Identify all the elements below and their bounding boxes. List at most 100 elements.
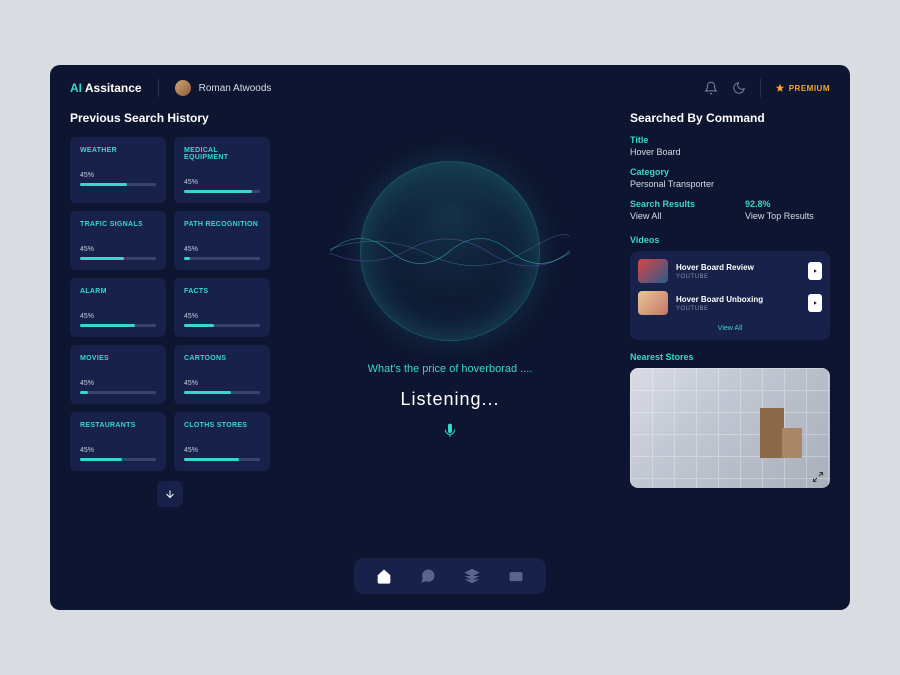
stores-label: Nearest Stores — [630, 352, 830, 362]
right-column: Searched By Command Title Hover Board Ca… — [630, 111, 830, 594]
divider — [760, 79, 761, 97]
moon-icon[interactable] — [732, 81, 746, 95]
progress-track — [80, 458, 156, 461]
brand-ai: AI — [70, 81, 82, 95]
bell-icon[interactable] — [704, 81, 718, 95]
nav-card-icon[interactable] — [508, 568, 524, 584]
main: Previous Search History WEATHER45%MEDICA… — [50, 111, 850, 610]
video-thumbnail — [638, 291, 668, 315]
brand-rest: Assitance — [82, 81, 142, 95]
video-list: Hover Board ReviewYOUTUBEHover Board Unb… — [630, 251, 830, 340]
listening-status: Listening... — [400, 389, 499, 410]
stores-section: Nearest Stores — [630, 352, 830, 488]
history-pct: 45% — [184, 179, 260, 186]
history-card[interactable]: MOVIES 45% — [70, 345, 166, 404]
accuracy-label: 92.8% — [745, 199, 830, 209]
progress-track — [184, 324, 260, 327]
history-pct: 45% — [80, 447, 156, 454]
history-card[interactable]: TRAFIC SIGNALS 45% — [70, 211, 166, 270]
video-source: YOUTUBE — [676, 274, 800, 280]
center-column: What's the price of hoverborad .... List… — [288, 111, 612, 594]
history-card[interactable]: PATH RECOGNITION45% — [174, 211, 270, 270]
videos-label: Videos — [630, 235, 830, 245]
history-label: WEATHER — [80, 147, 156, 154]
progress-fill — [184, 257, 190, 260]
scroll-down-button[interactable] — [157, 481, 183, 507]
history-pct: 45% — [184, 313, 260, 320]
progress-fill — [80, 257, 124, 260]
view-all-videos[interactable]: View All — [638, 325, 822, 332]
progress-fill — [184, 190, 252, 193]
history-card[interactable]: RESTAURANTS45% — [70, 412, 166, 471]
progress-track — [184, 391, 260, 394]
searched-title: Searched By Command — [630, 111, 830, 125]
history-pct: 45% — [80, 313, 156, 320]
video-item[interactable]: Hover Board Review YOUTUBE — [638, 259, 822, 283]
video-info: Hover Board Unboxing YOUTUBE — [676, 295, 800, 312]
history-label: MEDICAL EQUIPMENT — [184, 147, 260, 161]
nav-chat-icon[interactable] — [420, 568, 436, 584]
video-source: YOUTUBE — [676, 306, 800, 312]
nav-home-icon[interactable] — [376, 568, 392, 584]
history-card[interactable]: FACTS45% — [174, 278, 270, 337]
nav-layers-icon[interactable] — [464, 568, 480, 584]
query-text: What's the price of hoverborad .... — [368, 363, 533, 375]
history-card[interactable]: ALARM 45% — [70, 278, 166, 337]
results-link[interactable]: View All — [630, 211, 715, 221]
history-label: CARTOONS — [184, 355, 260, 362]
premium-badge[interactable]: PREMIUM — [775, 83, 830, 93]
history-pct: 45% — [80, 172, 156, 179]
brand-logo: AI Assitance — [70, 81, 142, 95]
bottom-nav — [354, 558, 546, 594]
left-column: Previous Search History WEATHER45%MEDICA… — [70, 111, 270, 594]
progress-track — [184, 458, 260, 461]
progress-fill — [184, 324, 214, 327]
map-thumbnail[interactable] — [630, 368, 830, 488]
videos-section: Videos Hover Board ReviewYOUTUBEHover Bo… — [630, 235, 830, 340]
history-grid: WEATHER45%MEDICAL EQUIPMENT45%TRAFIC SIG… — [70, 137, 270, 471]
username: Roman Atwoods — [199, 83, 272, 94]
app-window: AI Assitance Roman Atwoods PREMIUM Previ… — [50, 65, 850, 610]
video-thumbnail — [638, 259, 668, 283]
progress-fill — [80, 324, 135, 327]
progress-track — [80, 257, 156, 260]
history-pct: 45% — [80, 246, 156, 253]
history-label: MOVIES — [80, 355, 156, 362]
title-value: Hover Board — [630, 147, 830, 157]
progress-track — [184, 257, 260, 260]
history-card[interactable]: CARTOONS 45% — [174, 345, 270, 404]
play-button[interactable] — [808, 262, 822, 280]
history-label: ALARM — [80, 288, 156, 295]
progress-track — [80, 324, 156, 327]
progress-fill — [184, 391, 231, 394]
map-building — [782, 428, 802, 458]
history-card[interactable]: CLOTHS STORES45% — [174, 412, 270, 471]
progress-track — [80, 391, 156, 394]
video-item[interactable]: Hover Board Unboxing YOUTUBE — [638, 291, 822, 315]
history-pct: 45% — [184, 380, 260, 387]
video-title: Hover Board Unboxing — [676, 295, 800, 304]
results-row: Search Results View All 92.8% View Top R… — [630, 199, 830, 231]
history-label: TRAFIC SIGNALS — [80, 221, 156, 228]
star-icon — [775, 83, 785, 93]
results-label: Search Results — [630, 199, 715, 209]
mic-icon[interactable] — [442, 422, 458, 440]
progress-track — [80, 183, 156, 186]
progress-fill — [80, 183, 127, 186]
map-building — [760, 408, 784, 458]
progress-track — [184, 190, 260, 193]
history-label: CLOTHS STORES — [184, 422, 260, 429]
video-title: Hover Board Review — [676, 263, 800, 272]
top-results-link[interactable]: View Top Results — [745, 211, 830, 221]
user-chip[interactable]: Roman Atwoods — [175, 80, 272, 96]
progress-fill — [80, 458, 122, 461]
arrow-down-icon — [164, 488, 176, 500]
play-button[interactable] — [808, 294, 822, 312]
history-card[interactable]: WEATHER 45% — [70, 137, 166, 203]
history-pct: 45% — [80, 380, 156, 387]
header-actions: PREMIUM — [704, 79, 830, 97]
expand-icon[interactable] — [812, 470, 824, 482]
progress-fill — [184, 458, 239, 461]
premium-label: PREMIUM — [789, 84, 830, 93]
history-card[interactable]: MEDICAL EQUIPMENT 45% — [174, 137, 270, 203]
